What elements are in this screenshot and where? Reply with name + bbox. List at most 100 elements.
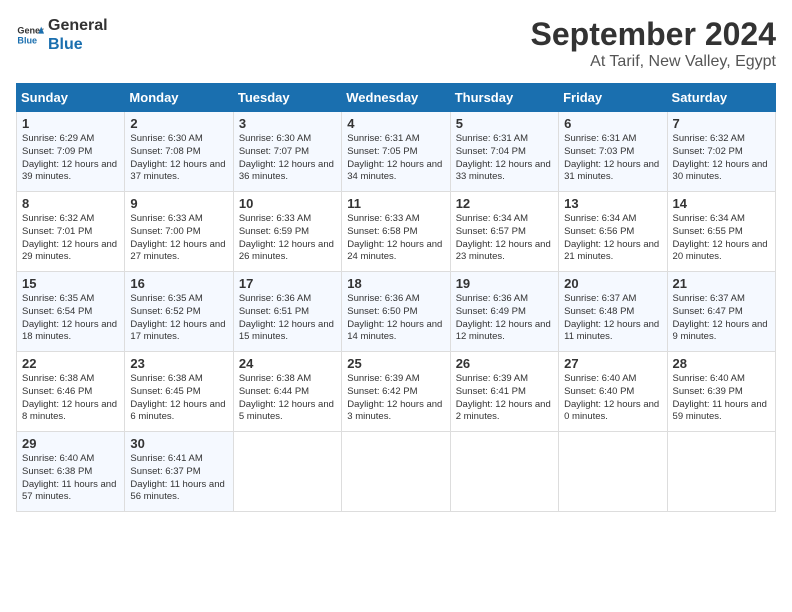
- calendar-cell: 20Sunrise: 6:37 AMSunset: 6:48 PMDayligh…: [559, 272, 667, 352]
- calendar-cell: 2 Sunrise: 6:30 AMSunset: 7:08 PMDaylight…: [125, 112, 233, 192]
- calendar-cell: 22 Sunrise: 6:38 AMSunset: 6:46 PMDayligh…: [17, 352, 125, 432]
- cell-info: Sunrise: 6:34 AMSunset: 6:55 PMDaylight:…: [673, 213, 770, 264]
- week-row-5: 29 Sunrise: 6:40 AMSunset: 6:38 PMDayligh…: [17, 432, 776, 512]
- calendar-cell: 13Sunrise: 6:34 AMSunset: 6:56 PMDayligh…: [559, 192, 667, 272]
- calendar-cell: 26 Sunrise: 6:39 AMSunset: 6:41 PMDayligh…: [450, 352, 558, 432]
- calendar-table: SundayMondayTuesdayWednesdayThursdayFrid…: [16, 83, 776, 512]
- day-number: 5: [456, 116, 553, 131]
- calendar-cell: 12 Sunrise: 6:34 AMSunset: 6:57 PMDayligh…: [450, 192, 558, 272]
- col-header-wednesday: Wednesday: [342, 84, 450, 112]
- cell-info: Sunrise: 6:35 AMSunset: 6:54 PMDaylight:…: [22, 293, 119, 344]
- day-number: 13: [564, 196, 661, 211]
- calendar-cell: 29 Sunrise: 6:40 AMSunset: 6:38 PMDayligh…: [17, 432, 125, 512]
- day-number: 10: [239, 196, 336, 211]
- calendar-cell: 9 Sunrise: 6:33 AMSunset: 7:00 PMDaylight…: [125, 192, 233, 272]
- day-number: 21: [673, 276, 770, 291]
- col-header-monday: Monday: [125, 84, 233, 112]
- calendar-cell: 17 Sunrise: 6:36 AMSunset: 6:51 PMDayligh…: [233, 272, 341, 352]
- header-row: SundayMondayTuesdayWednesdayThursdayFrid…: [17, 84, 776, 112]
- logo-line1: General: [48, 16, 108, 35]
- cell-info: Sunrise: 6:40 AMSunset: 6:40 PMDaylight:…: [564, 373, 661, 424]
- day-number: 1: [22, 116, 119, 131]
- location-subtitle: At Tarif, New Valley, Egypt: [531, 53, 776, 71]
- cell-info: Sunrise: 6:37 AMSunset: 6:47 PMDaylight:…: [673, 293, 770, 344]
- calendar-cell: [559, 432, 667, 512]
- day-number: 15: [22, 276, 119, 291]
- cell-info: Sunrise: 6:29 AMSunset: 7:09 PMDaylight:…: [22, 133, 119, 184]
- cell-info: Sunrise: 6:38 AMSunset: 6:44 PMDaylight:…: [239, 373, 336, 424]
- week-row-1: 1 Sunrise: 6:29 AMSunset: 7:09 PMDaylight…: [17, 112, 776, 192]
- title-block: September 2024 At Tarif, New Valley, Egy…: [531, 16, 776, 71]
- cell-info: Sunrise: 6:31 AMSunset: 7:03 PMDaylight:…: [564, 133, 661, 184]
- col-header-friday: Friday: [559, 84, 667, 112]
- month-title: September 2024: [531, 16, 776, 53]
- day-number: 9: [130, 196, 227, 211]
- day-number: 14: [673, 196, 770, 211]
- day-number: 30: [130, 436, 227, 451]
- cell-info: Sunrise: 6:33 AMSunset: 7:00 PMDaylight:…: [130, 213, 227, 264]
- day-number: 29: [22, 436, 119, 451]
- day-number: 7: [673, 116, 770, 131]
- col-header-sunday: Sunday: [17, 84, 125, 112]
- day-number: 23: [130, 356, 227, 371]
- calendar-cell: 6 Sunrise: 6:31 AMSunset: 7:03 PMDaylight…: [559, 112, 667, 192]
- col-header-tuesday: Tuesday: [233, 84, 341, 112]
- day-number: 24: [239, 356, 336, 371]
- day-number: 17: [239, 276, 336, 291]
- day-number: 11: [347, 196, 444, 211]
- cell-info: Sunrise: 6:34 AMSunset: 6:57 PMDaylight:…: [456, 213, 553, 264]
- calendar-cell: 8 Sunrise: 6:32 AMSunset: 7:01 PMDaylight…: [17, 192, 125, 272]
- day-number: 26: [456, 356, 553, 371]
- col-header-thursday: Thursday: [450, 84, 558, 112]
- calendar-cell: 10 Sunrise: 6:33 AMSunset: 6:59 PMDayligh…: [233, 192, 341, 272]
- day-number: 16: [130, 276, 227, 291]
- calendar-cell: 4Sunrise: 6:31 AMSunset: 7:05 PMDaylight…: [342, 112, 450, 192]
- cell-info: Sunrise: 6:33 AMSunset: 6:59 PMDaylight:…: [239, 213, 336, 264]
- day-number: 8: [22, 196, 119, 211]
- calendar-cell: 27Sunrise: 6:40 AMSunset: 6:40 PMDayligh…: [559, 352, 667, 432]
- cell-info: Sunrise: 6:39 AMSunset: 6:42 PMDaylight:…: [347, 373, 444, 424]
- calendar-cell: 19Sunrise: 6:36 AMSunset: 6:49 PMDayligh…: [450, 272, 558, 352]
- day-number: 20: [564, 276, 661, 291]
- logo: General Blue General Blue: [16, 16, 108, 54]
- calendar-cell: [450, 432, 558, 512]
- week-row-2: 8 Sunrise: 6:32 AMSunset: 7:01 PMDaylight…: [17, 192, 776, 272]
- cell-info: Sunrise: 6:38 AMSunset: 6:46 PMDaylight:…: [22, 373, 119, 424]
- week-row-4: 22 Sunrise: 6:38 AMSunset: 6:46 PMDayligh…: [17, 352, 776, 432]
- cell-info: Sunrise: 6:36 AMSunset: 6:50 PMDaylight:…: [347, 293, 444, 344]
- calendar-cell: 18 Sunrise: 6:36 AMSunset: 6:50 PMDayligh…: [342, 272, 450, 352]
- cell-info: Sunrise: 6:32 AMSunset: 7:01 PMDaylight:…: [22, 213, 119, 264]
- page-header: General Blue General Blue September 2024…: [16, 16, 776, 71]
- calendar-cell: [342, 432, 450, 512]
- day-number: 25: [347, 356, 444, 371]
- cell-info: Sunrise: 6:30 AMSunset: 7:07 PMDaylight:…: [239, 133, 336, 184]
- day-number: 28: [673, 356, 770, 371]
- cell-info: Sunrise: 6:39 AMSunset: 6:41 PMDaylight:…: [456, 373, 553, 424]
- day-number: 12: [456, 196, 553, 211]
- svg-text:Blue: Blue: [17, 36, 37, 46]
- calendar-cell: 25 Sunrise: 6:39 AMSunset: 6:42 PMDayligh…: [342, 352, 450, 432]
- cell-info: Sunrise: 6:38 AMSunset: 6:45 PMDaylight:…: [130, 373, 227, 424]
- calendar-cell: 7 Sunrise: 6:32 AMSunset: 7:02 PMDaylight…: [667, 112, 775, 192]
- logo-icon: General Blue: [16, 21, 44, 49]
- cell-info: Sunrise: 6:36 AMSunset: 6:51 PMDaylight:…: [239, 293, 336, 344]
- day-number: 3: [239, 116, 336, 131]
- cell-info: Sunrise: 6:32 AMSunset: 7:02 PMDaylight:…: [673, 133, 770, 184]
- calendar-cell: 14 Sunrise: 6:34 AMSunset: 6:55 PMDayligh…: [667, 192, 775, 272]
- logo-line2: Blue: [48, 35, 108, 54]
- cell-info: Sunrise: 6:40 AMSunset: 6:38 PMDaylight:…: [22, 453, 119, 504]
- calendar-cell: [667, 432, 775, 512]
- calendar-cell: 16 Sunrise: 6:35 AMSunset: 6:52 PMDayligh…: [125, 272, 233, 352]
- cell-info: Sunrise: 6:30 AMSunset: 7:08 PMDaylight:…: [130, 133, 227, 184]
- day-number: 6: [564, 116, 661, 131]
- calendar-cell: 11 Sunrise: 6:33 AMSunset: 6:58 PMDayligh…: [342, 192, 450, 272]
- day-number: 2: [130, 116, 227, 131]
- day-number: 22: [22, 356, 119, 371]
- col-header-saturday: Saturday: [667, 84, 775, 112]
- day-number: 18: [347, 276, 444, 291]
- day-number: 4: [347, 116, 444, 131]
- calendar-cell: 24 Sunrise: 6:38 AMSunset: 6:44 PMDayligh…: [233, 352, 341, 432]
- calendar-cell: 3 Sunrise: 6:30 AMSunset: 7:07 PMDaylight…: [233, 112, 341, 192]
- cell-info: Sunrise: 6:35 AMSunset: 6:52 PMDaylight:…: [130, 293, 227, 344]
- cell-info: Sunrise: 6:33 AMSunset: 6:58 PMDaylight:…: [347, 213, 444, 264]
